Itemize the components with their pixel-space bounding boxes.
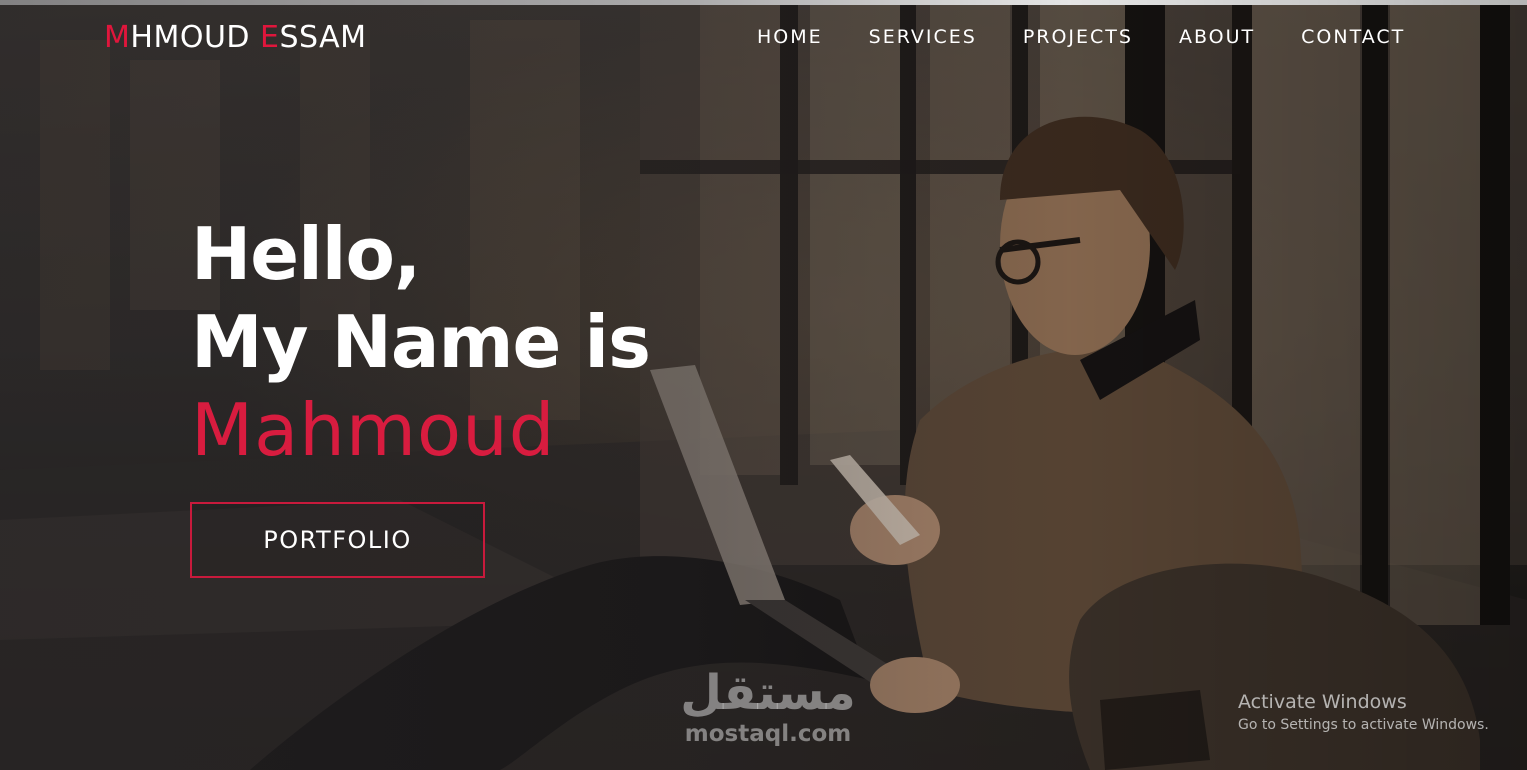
nav-link-projects[interactable]: PROJECTS bbox=[1023, 26, 1133, 48]
hero-name: Mahmoud bbox=[191, 388, 556, 472]
logo-last-initial: E bbox=[260, 20, 280, 55]
nav-link-about[interactable]: ABOUT bbox=[1179, 26, 1255, 48]
activate-windows-notice: Activate Windows Go to Settings to activ… bbox=[1238, 690, 1489, 736]
hero-heading: Hello, My Name is Mahmoud bbox=[191, 210, 651, 474]
nav-link-services[interactable]: SERVICES bbox=[869, 26, 977, 48]
nav-link-home[interactable]: HOME bbox=[757, 26, 823, 48]
logo-first-initial: M bbox=[104, 20, 131, 55]
mostaql-watermark: مستقل mostaql.com bbox=[668, 666, 868, 748]
logo-last-rest: SSAM bbox=[279, 20, 367, 55]
hero-intro: My Name is bbox=[191, 300, 651, 384]
hero-greeting: Hello, bbox=[191, 212, 421, 296]
site-logo[interactable]: MHMOUD ESSAM bbox=[104, 20, 367, 55]
activate-windows-title: Activate Windows bbox=[1238, 691, 1407, 713]
nav-links: HOME SERVICES PROJECTS ABOUT CONTACT bbox=[757, 26, 1405, 48]
watermark-domain-text: mostaql.com bbox=[684, 721, 852, 747]
navbar: MHMOUD ESSAM HOME SERVICES PROJECTS ABOU… bbox=[0, 0, 1527, 76]
logo-first-rest: HMOUD bbox=[130, 20, 261, 55]
nav-link-contact[interactable]: CONTACT bbox=[1301, 26, 1405, 48]
activate-windows-subtitle: Go to Settings to activate Windows. bbox=[1238, 717, 1489, 733]
portfolio-button[interactable]: PORTFOLIO bbox=[190, 502, 485, 578]
watermark-arabic-text: مستقل bbox=[680, 665, 856, 721]
hero-section: MHMOUD ESSAM HOME SERVICES PROJECTS ABOU… bbox=[0, 0, 1527, 770]
